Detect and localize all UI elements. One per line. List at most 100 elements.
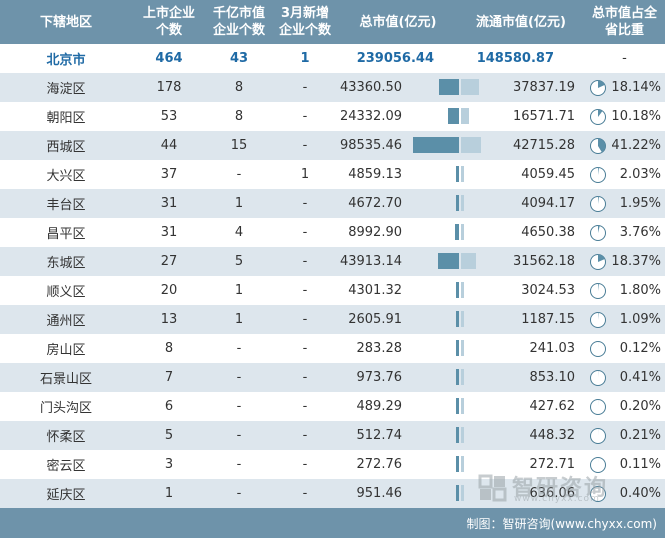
- cell-new_march: -: [302, 254, 308, 269]
- total-mv-bar: [456, 195, 459, 211]
- cell-trillion: -: [236, 486, 242, 501]
- cell-new_march: -: [302, 80, 308, 95]
- table-row: 门头沟区 6 - - 489.29 427.62 0.20%: [0, 392, 665, 421]
- cell-trillion: 1: [234, 312, 244, 327]
- cell-district: 通州区: [46, 314, 86, 329]
- cell-listed: 37: [160, 167, 178, 182]
- cell-new_march: -: [302, 225, 308, 240]
- table-row: 海淀区 178 8-43360.50 37837.19 18.14%: [0, 73, 665, 102]
- cell-trillion: 5: [234, 254, 244, 269]
- total-mv-bar: [456, 427, 459, 443]
- cell-share: 3.76%: [619, 225, 661, 240]
- cell-listed: 27: [160, 254, 178, 269]
- table-row: 怀柔区 5 - - 512.74 448.32 0.21%: [0, 421, 665, 450]
- total-new-march: 1: [300, 51, 310, 66]
- share-pie-icon: [590, 80, 606, 96]
- total-mv-bar: [456, 398, 459, 414]
- total-share: -: [622, 51, 627, 66]
- cell-listed: 8: [164, 341, 174, 356]
- total-mv-bar: [456, 311, 459, 327]
- cell-listed: 20: [160, 283, 178, 298]
- cell-new_march: -: [302, 370, 308, 385]
- float-mv-bar: [461, 137, 481, 153]
- total-mv-bar: [456, 282, 459, 298]
- district-market-value-table: 下辖地区 上市企业 个数 千亿市值 企业个数 3月新增 企业个数 总市值(亿元)…: [0, 0, 665, 538]
- cell-share: 0.12%: [619, 341, 661, 356]
- cell-district: 大兴区: [46, 169, 86, 184]
- cell-share: 0.41%: [619, 370, 661, 385]
- header-share: 总市值占全 省比重: [591, 6, 657, 38]
- table-row: 朝阳区 53 8 - 24332.09 16571.71 10.18%: [0, 102, 665, 131]
- total-mv-bar: [454, 224, 459, 240]
- cell-district: 昌平区: [46, 227, 86, 242]
- cell-share: 18.37%: [611, 254, 661, 269]
- cell-new_march: -: [302, 312, 308, 327]
- table-row: 顺义区 20 1 - 4301.32 3024.53 1.80%: [0, 276, 665, 305]
- cell-trillion: -: [236, 457, 242, 472]
- table-header: 下辖地区 上市企业 个数 千亿市值 企业个数 3月新增 企业个数 总市值(亿元)…: [0, 0, 665, 44]
- cell-float_mv: 853.10: [529, 370, 576, 385]
- cell-total_mv: 43360.50: [339, 80, 402, 95]
- share-pie-icon: [590, 312, 606, 328]
- cell-float_mv: 1187.15: [521, 312, 575, 327]
- cell-listed: 6: [164, 399, 174, 414]
- total-total-mv: 239056.44: [356, 51, 434, 66]
- cell-trillion: -: [236, 341, 242, 356]
- float-mv-bar: [461, 456, 464, 472]
- table-row: 大兴区 37 - 1 4859.13 4059.45 2.03%: [0, 160, 665, 189]
- cell-listed: 31: [160, 196, 178, 211]
- header-district: 下辖地区: [39, 14, 92, 30]
- cell-listed: 44: [160, 138, 178, 153]
- float-mv-bar: [461, 253, 476, 269]
- cell-district: 西城区: [46, 140, 86, 155]
- total-mv-bar: [413, 137, 459, 153]
- share-pie-icon: [590, 399, 606, 415]
- cell-district: 海淀区: [46, 82, 86, 97]
- cell-new_march: -: [302, 109, 308, 124]
- float-mv-bar: [461, 224, 464, 240]
- cell-listed: 13: [160, 312, 178, 327]
- share-pie-icon: [590, 370, 606, 386]
- cell-listed: 3: [164, 457, 174, 472]
- cell-total_mv: 43913.14: [339, 254, 402, 269]
- float-mv-bar: [461, 485, 464, 501]
- cell-share: 1.09%: [619, 312, 661, 327]
- cell-float_mv: 427.62: [529, 399, 576, 414]
- cell-new_march: -: [302, 399, 308, 414]
- cell-new_march: 1: [300, 167, 310, 182]
- cell-trillion: 8: [234, 80, 244, 95]
- total-trillion: 43: [229, 51, 249, 66]
- chyxx-logo-icon: [478, 474, 507, 502]
- table-row: 石景山区 7 - - 973.76 853.10 0.41%: [0, 363, 665, 392]
- share-pie-icon: [590, 225, 606, 241]
- share-pie-icon: [590, 428, 606, 444]
- cell-new_march: -: [302, 457, 308, 472]
- cell-total_mv: 4672.70: [348, 196, 402, 211]
- cell-total_mv: 2605.91: [348, 312, 402, 327]
- total-mv-bar: [456, 485, 459, 501]
- cell-total_mv: 8992.90: [348, 225, 402, 240]
- cell-total_mv: 98535.46: [339, 138, 402, 153]
- total-mv-bar: [447, 108, 459, 124]
- share-pie-icon: [590, 341, 606, 357]
- cell-total_mv: 4301.32: [348, 283, 402, 298]
- total-row: 北京市 464 43 1 239056.44 148580.87 -: [0, 44, 665, 73]
- float-mv-bar: [461, 398, 464, 414]
- float-mv-bar: [461, 369, 464, 385]
- cell-trillion: 1: [234, 196, 244, 211]
- share-pie-icon: [590, 254, 606, 270]
- cell-float_mv: 4650.38: [521, 225, 575, 240]
- cell-listed: 1: [164, 486, 174, 501]
- cell-trillion: 1: [234, 283, 244, 298]
- cell-trillion: -: [236, 399, 242, 414]
- cell-share: 2.03%: [619, 167, 661, 182]
- cell-total_mv: 951.46: [356, 486, 403, 501]
- cell-district: 石景山区: [39, 372, 92, 387]
- cell-listed: 7: [164, 370, 174, 385]
- cell-float_mv: 4059.45: [521, 167, 575, 182]
- cell-trillion: 8: [234, 109, 244, 124]
- table-row: 东城区 27 5-43913.14 31562.18 18.37%: [0, 247, 665, 276]
- cell-trillion: -: [236, 167, 242, 182]
- cell-listed: 5: [164, 428, 174, 443]
- header-total-mv: 总市值(亿元): [359, 14, 437, 30]
